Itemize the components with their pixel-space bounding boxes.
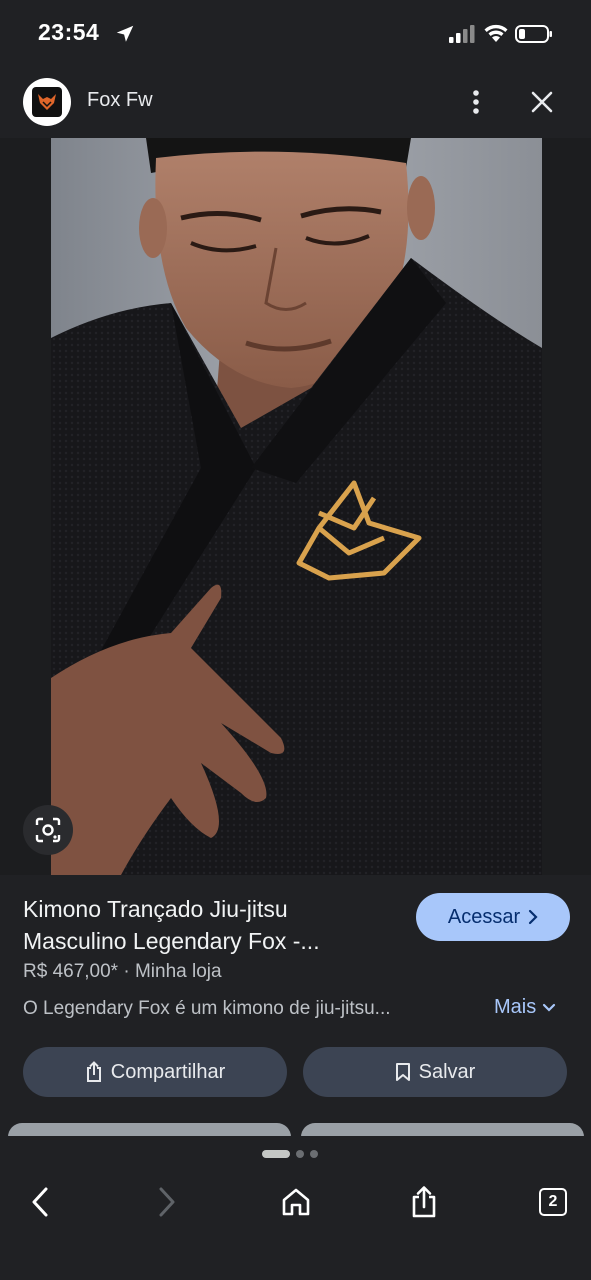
viewer-header: Fox Fw (0, 66, 591, 138)
status-bar: 23:54 (0, 0, 591, 66)
product-title[interactable]: Kimono Trançado Jiu-jitsu Masculino Lege… (23, 893, 393, 957)
share-button[interactable]: Compartilhar (23, 1047, 287, 1097)
separator: · (123, 961, 130, 982)
page-indicator (262, 1150, 318, 1158)
bookmark-icon (395, 1063, 410, 1081)
price: R$ 467,00* (23, 961, 119, 982)
more-vert-icon[interactable] (460, 84, 492, 120)
save-button[interactable]: Salvar (303, 1047, 567, 1097)
page-dot (310, 1150, 318, 1158)
store-name: Minha loja (134, 961, 222, 982)
close-icon[interactable] (525, 85, 559, 119)
product-description: O Legendary Fox é um kimono de jiu-jitsu… (23, 998, 391, 1019)
product-title-line2: Masculino Legendary Fox -... (23, 928, 320, 954)
more-button[interactable]: Mais (494, 996, 556, 1019)
tabs-icon: 2 (539, 1188, 567, 1216)
price-row: R$ 467,00* · Minha loja (23, 961, 222, 983)
battery-icon (515, 25, 552, 43)
wifi-icon (484, 24, 508, 42)
product-image[interactable] (51, 138, 542, 875)
forward-icon[interactable] (145, 1180, 189, 1224)
chevron-down-icon (543, 1003, 556, 1012)
site-logo[interactable] (23, 78, 71, 126)
signal-icon (449, 25, 475, 43)
image-area (0, 138, 591, 875)
share-page-icon[interactable] (402, 1180, 446, 1224)
home-icon[interactable] (274, 1180, 318, 1224)
browser-toolbar: 2 (0, 1136, 591, 1280)
tabs-button[interactable]: 2 (531, 1180, 575, 1224)
status-time: 23:54 (38, 19, 100, 45)
location-arrow-icon (116, 25, 134, 42)
chevron-right-icon (529, 909, 538, 925)
product-title-line1: Kimono Trançado Jiu-jitsu (23, 896, 288, 922)
product-info: Kimono Trançado Jiu-jitsu Masculino Lege… (0, 875, 591, 1143)
page-dot-active (262, 1150, 290, 1158)
share-icon (86, 1061, 101, 1082)
visit-button[interactable]: Acessar (416, 893, 570, 941)
site-name[interactable]: Fox Fw (87, 89, 153, 112)
fox-logo-icon (32, 87, 62, 117)
lens-icon[interactable] (23, 805, 73, 855)
share-label: Compartilhar (110, 1060, 226, 1083)
back-icon[interactable] (18, 1180, 62, 1224)
save-label: Salvar (418, 1060, 476, 1083)
more-label: Mais (494, 996, 537, 1018)
visit-label: Acessar (447, 905, 521, 928)
page-dot (296, 1150, 304, 1158)
tab-count: 2 (548, 1193, 558, 1210)
